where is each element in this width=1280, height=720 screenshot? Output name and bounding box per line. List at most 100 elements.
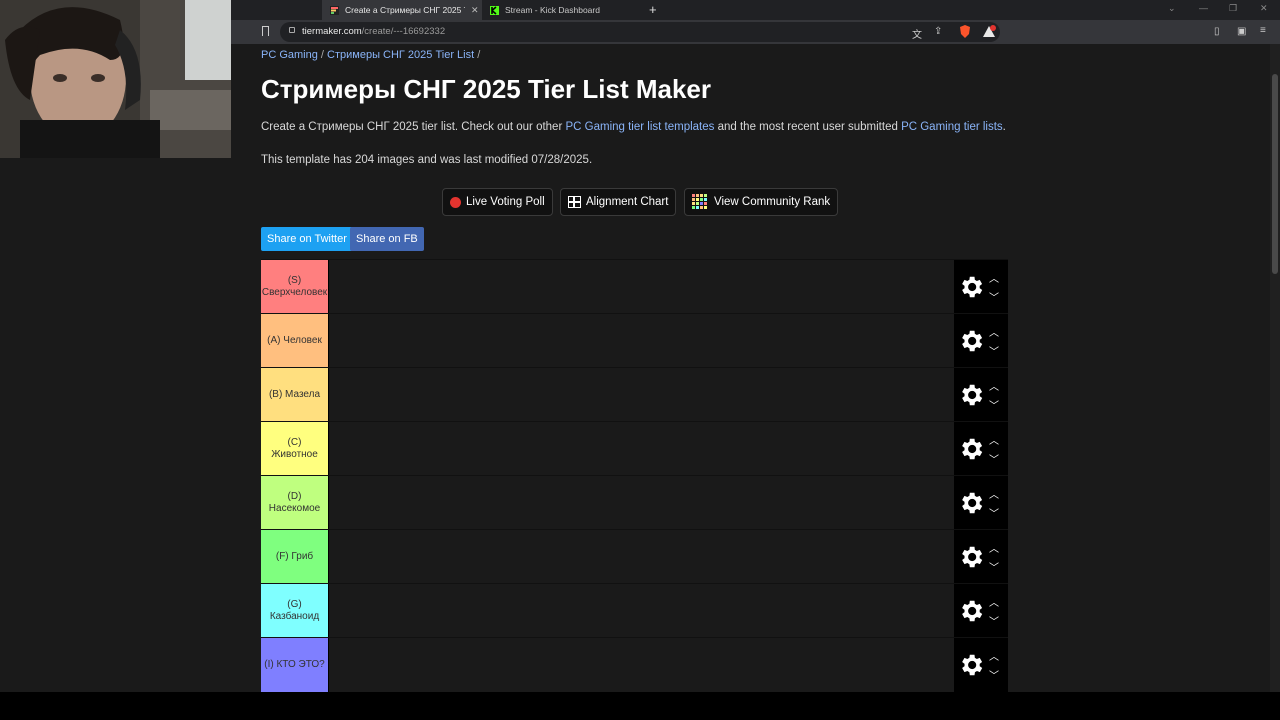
template-info: This template has 204 images and was las… [261, 154, 593, 166]
chevron-down-icon[interactable]: ﹀ [989, 559, 999, 574]
tab-kick[interactable]: Stream - Kick Dashboard [482, 0, 642, 20]
breadcrumb-tier-list[interactable]: Стримеры СНГ 2025 Tier List [327, 49, 474, 61]
description-prefix: Create a Стримеры СНГ 2025 tier list. Ch… [261, 121, 566, 133]
record-dot-icon [450, 196, 461, 208]
scrollbar-thumb[interactable] [1272, 74, 1278, 274]
tier-items-dropzone[interactable] [330, 530, 954, 584]
sidebar-icon[interactable]: ▯ [1214, 26, 1220, 37]
tier-grid-icon [692, 194, 708, 210]
restore-icon[interactable]: ❐ [1229, 3, 1237, 14]
live-voting-poll-label: Live Voting Poll [466, 196, 545, 208]
page-description: Create a Стримеры СНГ 2025 tier list. Ch… [261, 121, 1006, 133]
tier-label[interactable]: (C) Животное [261, 422, 329, 476]
tier-controls: ︿ ﹀ [954, 530, 1008, 584]
tier-row: (S) Сверхчеловек ︿ ﹀ [261, 259, 1008, 314]
templates-link[interactable]: PC Gaming tier list templates [565, 121, 714, 133]
wallet-icon[interactable]: ▣ [1237, 26, 1246, 37]
grid-icon [568, 196, 581, 208]
view-community-rank-label: View Community Rank [714, 196, 831, 208]
tier-controls: ︿ ﹀ [954, 476, 1008, 530]
tier-items-dropzone[interactable] [330, 638, 954, 692]
tier-row: (C) Животное ︿ ﹀ [261, 421, 1008, 476]
chevron-down-icon[interactable]: ﹀ [989, 397, 999, 412]
chevron-up-icon[interactable]: ︿ [989, 432, 999, 447]
breadcrumb-trailing-separator: / [474, 49, 481, 61]
chevron-up-icon[interactable]: ︿ [989, 378, 999, 393]
share-on-fb-button[interactable]: Share on FB [350, 227, 424, 251]
chevron-up-icon[interactable]: ︿ [989, 540, 999, 555]
tier-items-dropzone[interactable] [330, 314, 954, 368]
tier-row: (F) Гриб ︿ ﹀ [261, 529, 1008, 584]
url-path: /create/---16692332 [361, 26, 446, 37]
tier-label[interactable]: (B) Мазела [261, 368, 329, 422]
tier-controls: ︿ ﹀ [954, 260, 1008, 314]
tier-items-dropzone[interactable] [330, 368, 954, 422]
tier-row: (B) Мазела ︿ ﹀ [261, 367, 1008, 422]
tier-items-dropzone[interactable] [330, 260, 954, 314]
kick-favicon-icon [490, 5, 499, 15]
chevron-up-icon[interactable]: ︿ [989, 486, 999, 501]
url-text[interactable]: tiermaker.com/create/---16692332 [302, 26, 445, 37]
page-scrollbar[interactable] [1270, 44, 1280, 692]
breadcrumb-separator: / [317, 49, 328, 61]
gear-icon[interactable] [957, 435, 985, 463]
close-window-icon[interactable]: ✕ [1260, 3, 1268, 14]
chevron-down-icon[interactable]: ﹀ [989, 505, 999, 520]
tier-items-dropzone[interactable] [330, 422, 954, 476]
description-middle: and the most recent user submitted [714, 121, 902, 133]
gear-icon[interactable] [957, 273, 985, 301]
share-on-twitter-button[interactable]: Share on Twitter [261, 227, 353, 251]
tier-label[interactable]: (G) Казбаноид [261, 584, 329, 638]
url-domain: tiermaker.com [302, 26, 362, 37]
chevron-down-icon[interactable]: ﹀ [989, 667, 999, 682]
gear-icon[interactable] [957, 651, 985, 679]
page-title: Стримеры СНГ 2025 Tier List Maker [261, 74, 711, 104]
chevron-up-icon[interactable]: ︿ [989, 648, 999, 663]
breadcrumb: PC Gaming / Стримеры СНГ 2025 Tier List … [261, 49, 480, 61]
tier-label[interactable]: (F) Гриб [261, 530, 329, 584]
tier-controls: ︿ ﹀ [954, 314, 1008, 368]
user-tier-lists-link[interactable]: PC Gaming tier lists [901, 121, 1003, 133]
tier-list: (S) Сверхчеловек ︿ ﹀ (A) Человек ︿ ﹀ (B)… [261, 259, 1008, 692]
tab-tiermaker[interactable]: Create a Стримеры СНГ 2025 Ti ✕ [322, 0, 482, 20]
tier-items-dropzone[interactable] [330, 476, 954, 530]
tier-label[interactable]: (D) Насекомое [261, 476, 329, 530]
brave-shields-icon[interactable] [959, 25, 971, 38]
gear-icon[interactable] [957, 543, 985, 571]
chevron-up-icon[interactable]: ︿ [989, 270, 999, 285]
description-suffix: . [1002, 121, 1006, 133]
chevron-down-icon[interactable]: ﹀ [989, 343, 999, 358]
tier-label[interactable]: (A) Человек [261, 314, 329, 368]
chevron-up-icon[interactable]: ︿ [989, 594, 999, 609]
breadcrumb-pc-gaming[interactable]: PC Gaming [261, 49, 318, 61]
view-community-rank-button[interactable]: View Community Rank [684, 188, 839, 216]
tab-search-icon[interactable]: ⌄ [1168, 3, 1176, 14]
menu-icon[interactable]: ≡ [1260, 25, 1266, 36]
webcam-overlay [0, 0, 231, 158]
close-tab-icon[interactable]: ✕ [471, 5, 479, 16]
bookmark-icon[interactable] [262, 26, 269, 36]
share-icon[interactable]: ⇪ [934, 26, 942, 37]
tier-row: (A) Человек ︿ ﹀ [261, 313, 1008, 368]
bottom-bar [0, 692, 1280, 720]
tier-items-dropzone[interactable] [330, 584, 954, 638]
gear-icon[interactable] [957, 597, 985, 625]
alignment-chart-button[interactable]: Alignment Chart [560, 188, 677, 216]
new-tab-icon[interactable]: + [649, 2, 657, 17]
tiermaker-favicon-icon [330, 5, 339, 15]
tier-label[interactable]: (I) КТО ЭТО? [261, 638, 329, 692]
tier-label[interactable]: (S) Сверхчеловек [261, 260, 329, 314]
chevron-up-icon[interactable]: ︿ [989, 324, 999, 339]
gear-icon[interactable] [957, 327, 985, 355]
chevron-down-icon[interactable]: ﹀ [989, 289, 999, 304]
site-info-icon[interactable] [289, 27, 295, 33]
translate-icon[interactable]: 文 [912, 26, 922, 41]
brave-rewards-icon[interactable] [982, 25, 996, 38]
gear-icon[interactable] [957, 381, 985, 409]
tab-title: Create a Стримеры СНГ 2025 Ti [345, 5, 465, 15]
gear-icon[interactable] [957, 489, 985, 517]
chevron-down-icon[interactable]: ﹀ [989, 451, 999, 466]
minimize-icon[interactable]: — [1199, 3, 1208, 13]
live-voting-poll-button[interactable]: Live Voting Poll [442, 188, 553, 216]
chevron-down-icon[interactable]: ﹀ [989, 613, 999, 628]
